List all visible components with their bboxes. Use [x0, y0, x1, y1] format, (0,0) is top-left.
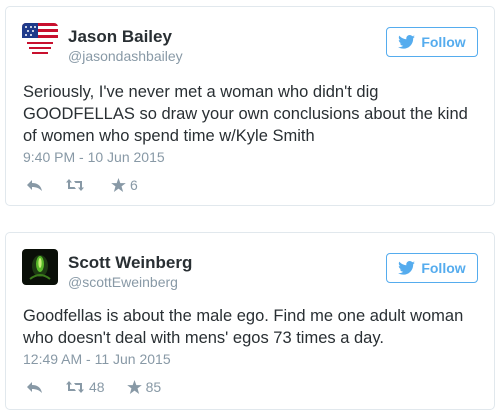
avatar[interactable]: [22, 249, 58, 285]
tweet-text: Goodfellas is about the male ego. Find m…: [23, 307, 464, 347]
reply-icon: [27, 382, 42, 393]
favorite-count: 6: [130, 177, 138, 193]
twitter-bird-icon: [398, 35, 416, 49]
retweet-count: 48: [89, 379, 105, 395]
retweet-icon: [66, 179, 84, 191]
tweet-actions: 48 85: [26, 379, 183, 395]
tweet-embeds: Jason Bailey @jasondashbailey Follow Ser…: [0, 0, 500, 414]
star-icon: [126, 380, 142, 394]
tweet-timestamp[interactable]: 9:40 PM - 10 Jun 2015: [23, 149, 165, 165]
star-icon: [111, 178, 126, 192]
twitter-bird-icon: [398, 261, 416, 275]
reply-button[interactable]: [26, 178, 43, 192]
alien-avatar-icon: [22, 249, 58, 285]
retweet-button[interactable]: [65, 178, 89, 192]
favorite-button[interactable]: 85: [126, 379, 162, 395]
reply-icon: [27, 180, 42, 191]
flag-avatar-icon: [22, 23, 58, 59]
tweet-timestamp[interactable]: 12:49 AM - 11 Jun 2015: [23, 351, 171, 367]
favorite-count: 85: [145, 379, 162, 395]
avatar[interactable]: [22, 23, 58, 59]
follow-button[interactable]: Follow: [386, 27, 478, 57]
display-name[interactable]: Jason Bailey: [68, 27, 172, 47]
favorite-button[interactable]: 6: [111, 177, 138, 193]
tweet-actions: 6: [26, 177, 160, 193]
follow-button[interactable]: Follow: [386, 253, 478, 283]
retweet-icon: [66, 381, 84, 393]
tweet-card: Jason Bailey @jasondashbailey Follow Ser…: [5, 6, 495, 206]
user-handle[interactable]: @jasondashbailey: [68, 48, 183, 64]
reply-button[interactable]: [26, 380, 43, 394]
tweet-card: Scott Weinberg @scottEweinberg Follow Go…: [5, 232, 495, 410]
user-handle[interactable]: @scottEweinberg: [68, 274, 178, 290]
retweet-button[interactable]: 48: [65, 379, 105, 395]
tweet-text: Seriously, I've never met a woman who di…: [23, 83, 468, 145]
follow-label: Follow: [421, 34, 466, 50]
display-name[interactable]: Scott Weinberg: [68, 253, 192, 273]
follow-label: Follow: [421, 260, 466, 276]
